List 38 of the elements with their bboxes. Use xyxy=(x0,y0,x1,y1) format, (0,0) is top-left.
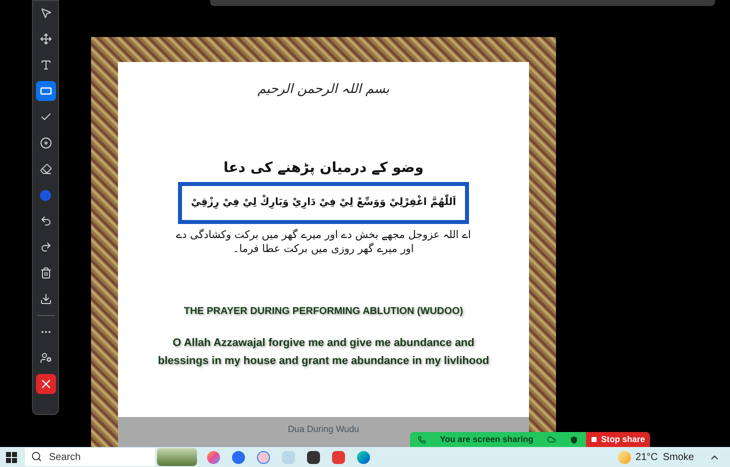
redo-icon xyxy=(40,241,52,253)
search-icon xyxy=(31,451,42,462)
urdu-translation-line: اے اللہ عزوجل مجھے بخش دے اور میرے گھر میں برکت وکشادگی دے xyxy=(176,228,471,242)
urdu-translation-line: اور میرے گھر روزی میں برکت عطا فرما۔ xyxy=(233,242,414,256)
undo-icon xyxy=(40,215,52,227)
close-button[interactable] xyxy=(36,374,56,394)
start-icon xyxy=(6,452,17,462)
camera-icon[interactable] xyxy=(307,450,320,464)
rectangle-icon xyxy=(40,85,52,97)
phone-icon xyxy=(418,436,426,444)
shield-icon xyxy=(570,436,578,444)
english-translation-line: blessings in my house and grant me abundance in my livlihood xyxy=(158,354,490,368)
sharing-status: You are screen sharing xyxy=(440,433,534,446)
urdu-heading: وضو کے درمیان پڑھنے کی دعا xyxy=(223,158,424,178)
weather-condition: Smoke xyxy=(662,450,694,464)
checkmark-icon xyxy=(40,111,52,123)
user-settings-icon xyxy=(40,352,52,364)
recorder-icon[interactable] xyxy=(332,450,345,464)
stop-share-button[interactable]: Stop share xyxy=(586,432,650,447)
weather-temperature: 21°C xyxy=(636,450,658,464)
basmala-calligraphy: بسم اللہ الرحمن الرحیم xyxy=(258,81,390,99)
pointer-icon xyxy=(40,7,52,19)
move-icon xyxy=(40,33,52,45)
eraser-icon xyxy=(40,163,52,175)
rectangle-tool-button[interactable] xyxy=(36,81,56,101)
arabic-dua: اَللّٰهُمَّ اغْفِرْلِيْ وَوَسِّعْ لِيْ فِيْ دَارِيْ وَبَارِكْ لِيْ فِيْ رِزْقِيْ xyxy=(190,195,456,210)
spotlight-icon xyxy=(40,137,52,149)
english-translation-line: O Allah Azzawajal forgive me and give me abundance and xyxy=(172,336,474,350)
stop-icon xyxy=(591,436,598,443)
weather-sun-icon xyxy=(618,450,631,464)
trash-icon xyxy=(40,267,52,279)
english-heading: THE PRAYER DURING PERFORMING ABLUTION (WUDOO) xyxy=(184,304,464,318)
cloud-icon xyxy=(547,435,556,444)
text-icon xyxy=(40,59,52,71)
taskbar-search-field[interactable]: Search xyxy=(25,448,155,466)
download-icon xyxy=(40,293,52,305)
caption-text: Dua During Wudu xyxy=(288,423,360,436)
landscape-thumbnail xyxy=(157,448,197,466)
